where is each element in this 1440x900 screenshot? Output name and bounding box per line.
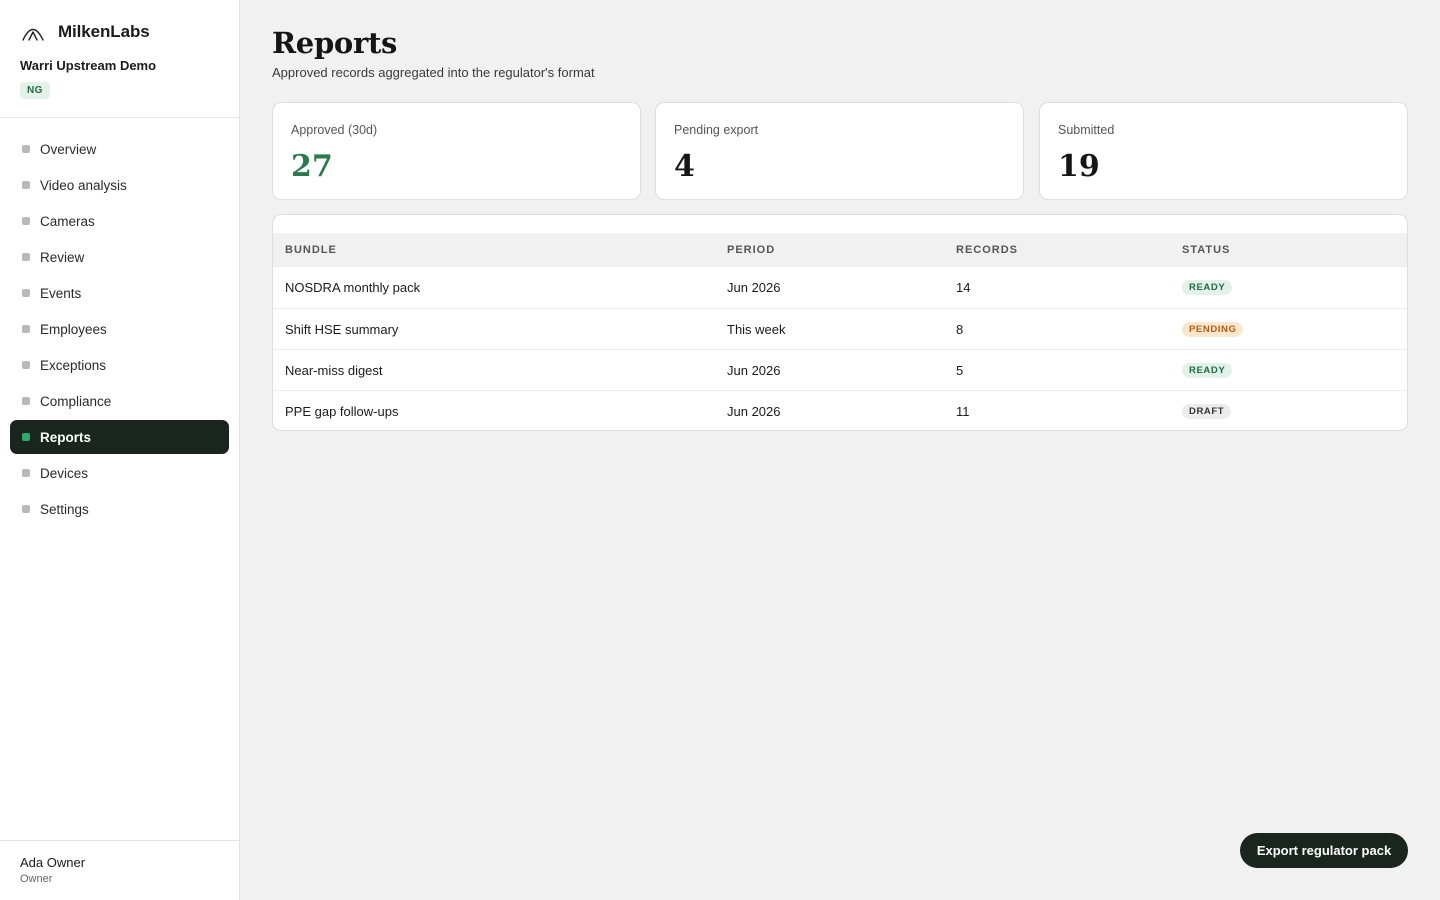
period-cell: Jun 2026 xyxy=(727,280,781,295)
table-header: BUNDLE PERIOD RECORDS STATUS xyxy=(273,233,1407,267)
sidebar: MilkenLabs Warri Upstream Demo NG Overvi… xyxy=(0,0,240,900)
bundle-cell: Near-miss digest xyxy=(285,363,383,378)
records-cell: 5 xyxy=(956,363,964,378)
brand-name: MilkenLabs xyxy=(58,22,150,41)
nav-bullet-icon xyxy=(22,397,30,405)
column-header-bundle[interactable]: BUNDLE xyxy=(285,233,337,267)
nav-bullet-icon xyxy=(22,181,30,189)
sidebar-item-label: Employees xyxy=(40,321,107,337)
column-header-period[interactable]: PERIOD xyxy=(727,233,775,267)
table-row[interactable]: NOSDRA monthly pack Jun 2026 14 READY xyxy=(273,267,1407,308)
sidebar-item-events[interactable]: Events xyxy=(10,276,229,310)
user-name[interactable]: Ada Owner xyxy=(20,855,85,870)
sidebar-item-label: Exceptions xyxy=(40,357,107,373)
column-header-status[interactable]: STATUS xyxy=(1182,233,1230,267)
status-badge: READY xyxy=(1182,363,1233,378)
org-region-badge: NG xyxy=(20,82,50,99)
reports-table: BUNDLE PERIOD RECORDS STATUS NOSDRA mont… xyxy=(272,214,1408,431)
sidebar-item-employees[interactable]: Employees xyxy=(10,312,229,346)
nav-bullet-icon xyxy=(22,433,30,441)
sidebar-item-label: Cameras xyxy=(40,213,95,229)
sidebar-footer-divider xyxy=(0,840,239,841)
bundle-cell: PPE gap follow-ups xyxy=(285,404,399,419)
brand[interactable]: MilkenLabs xyxy=(20,20,150,44)
table-row[interactable]: Near-miss digest Jun 2026 5 READY xyxy=(273,349,1407,390)
sidebar-item-label: Overview xyxy=(40,141,97,157)
page-title: Reports xyxy=(272,26,398,60)
stat-label: Approved (30d) xyxy=(291,123,378,137)
sidebar-item-devices[interactable]: Devices xyxy=(10,456,229,490)
sidebar-item-label: Events xyxy=(40,285,82,301)
bundle-cell: NOSDRA monthly pack xyxy=(285,280,421,295)
nav-bullet-icon xyxy=(22,253,30,261)
stat-value: 4 xyxy=(674,149,695,184)
period-cell: Jun 2026 xyxy=(727,404,781,419)
sidebar-item-label: Reports xyxy=(40,429,92,445)
sidebar-item-label: Compliance xyxy=(40,393,112,409)
sidebar-item-label: Settings xyxy=(40,501,89,517)
period-cell: This week xyxy=(727,322,786,337)
stat-card-submitted: Submitted 19 xyxy=(1039,102,1408,200)
period-cell: Jun 2026 xyxy=(727,363,781,378)
nav-bullet-icon xyxy=(22,145,30,153)
org-name: Warri Upstream Demo xyxy=(20,58,157,73)
stat-card-approved: Approved (30d) 27 xyxy=(272,102,641,200)
nav-bullet-icon xyxy=(22,325,30,333)
sidebar-item-settings[interactable]: Settings xyxy=(10,492,229,526)
mountain-arches-icon xyxy=(22,28,44,41)
sidebar-item-exceptions[interactable]: Exceptions xyxy=(10,348,229,382)
status-badge: READY xyxy=(1182,280,1233,295)
stat-label: Pending export xyxy=(674,123,759,137)
nav-bullet-icon xyxy=(22,361,30,369)
stat-value: 27 xyxy=(291,149,333,184)
sidebar-item-label: Review xyxy=(40,249,85,265)
sidebar-item-label: Devices xyxy=(40,465,89,481)
sidebar-item-cameras[interactable]: Cameras xyxy=(10,204,229,238)
stat-card-pending-export: Pending export 4 xyxy=(655,102,1024,200)
column-header-records[interactable]: RECORDS xyxy=(956,233,1018,267)
sidebar-divider xyxy=(0,117,239,118)
bundle-cell: Shift HSE summary xyxy=(285,322,399,337)
nav-bullet-icon xyxy=(22,217,30,225)
table-row[interactable]: PPE gap follow-ups Jun 2026 11 DRAFT xyxy=(273,390,1407,430)
page-subtitle: Approved records aggregated into the reg… xyxy=(272,65,595,80)
sidebar-item-video-analysis[interactable]: Video analysis xyxy=(10,168,229,202)
sidebar-item-label: Video analysis xyxy=(40,177,127,193)
records-cell: 11 xyxy=(956,404,970,419)
sidebar-item-compliance[interactable]: Compliance xyxy=(10,384,229,418)
sidebar-item-reports[interactable]: Reports xyxy=(10,420,229,454)
table-row[interactable]: Shift HSE summary This week 8 PENDING xyxy=(273,308,1407,349)
export-regulator-pack-button[interactable]: Export regulator pack xyxy=(1240,833,1408,868)
status-badge: DRAFT xyxy=(1182,404,1232,419)
sidebar-item-overview[interactable]: Overview xyxy=(10,132,229,166)
sidebar-item-review[interactable]: Review xyxy=(10,240,229,274)
stat-label: Submitted xyxy=(1058,123,1115,137)
sidebar-nav: Overview Video analysis Cameras Review E… xyxy=(10,132,229,528)
nav-bullet-icon xyxy=(22,505,30,513)
status-badge: PENDING xyxy=(1182,322,1244,337)
records-cell: 8 xyxy=(956,322,964,337)
nav-bullet-icon xyxy=(22,469,30,477)
nav-bullet-icon xyxy=(22,289,30,297)
stat-value: 19 xyxy=(1058,149,1100,184)
records-cell: 14 xyxy=(956,280,971,295)
user-role: Owner xyxy=(20,873,53,885)
